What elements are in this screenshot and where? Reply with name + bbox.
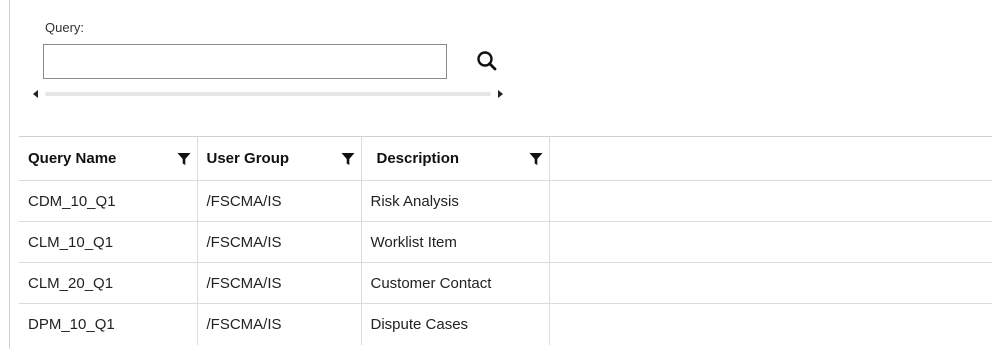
query-table: Query Name User Group Description CDM_10… [19, 136, 992, 345]
cell-query-name[interactable]: CLM_20_Q1 [19, 262, 198, 304]
cell-filler [549, 303, 992, 345]
column-header-label: User Group [206, 150, 290, 167]
column-header-filler [549, 136, 992, 181]
table-row[interactable]: CLM_10_Q1 /FSCMA/IS Worklist Item [19, 221, 992, 263]
column-header-description[interactable]: Description [361, 136, 550, 181]
horizontal-scrollbar[interactable] [33, 89, 503, 99]
column-header-user-group[interactable]: User Group [197, 136, 362, 181]
cell-description[interactable]: Risk Analysis [361, 180, 550, 222]
cell-filler [549, 180, 992, 222]
column-header-query-name[interactable]: Query Name [19, 136, 198, 181]
cell-query-name[interactable]: DPM_10_Q1 [19, 303, 198, 345]
filter-icon[interactable] [341, 152, 355, 166]
search-icon[interactable] [474, 48, 500, 74]
cell-query-name[interactable]: CLM_10_Q1 [19, 221, 198, 263]
cell-query-name[interactable]: CDM_10_Q1 [19, 180, 198, 222]
cell-filler [549, 262, 992, 304]
column-header-label: Description [376, 150, 460, 167]
cell-description[interactable]: Customer Contact [361, 262, 550, 304]
scrollbar-track[interactable] [45, 92, 491, 96]
cell-user-group[interactable]: /FSCMA/IS [197, 262, 362, 304]
left-border [9, 0, 10, 349]
query-input[interactable] [43, 44, 447, 79]
column-header-label: Query Name [28, 150, 117, 167]
table-row[interactable]: CDM_10_Q1 /FSCMA/IS Risk Analysis [19, 180, 992, 222]
scroll-right-icon[interactable] [498, 90, 503, 98]
cell-user-group[interactable]: /FSCMA/IS [197, 221, 362, 263]
table-row[interactable]: CLM_20_Q1 /FSCMA/IS Customer Contact [19, 262, 992, 304]
cell-description[interactable]: Worklist Item [361, 221, 550, 263]
query-label: Query: [45, 20, 85, 35]
table-row[interactable]: DPM_10_Q1 /FSCMA/IS Dispute Cases [19, 303, 992, 345]
filter-icon[interactable] [529, 152, 543, 166]
cell-user-group[interactable]: /FSCMA/IS [197, 303, 362, 345]
filter-icon[interactable] [177, 152, 191, 166]
cell-description[interactable]: Dispute Cases [361, 303, 550, 345]
cell-filler [549, 221, 992, 263]
scroll-left-icon[interactable] [33, 90, 38, 98]
table-header-row: Query Name User Group Description [19, 136, 992, 181]
cell-user-group[interactable]: /FSCMA/IS [197, 180, 362, 222]
